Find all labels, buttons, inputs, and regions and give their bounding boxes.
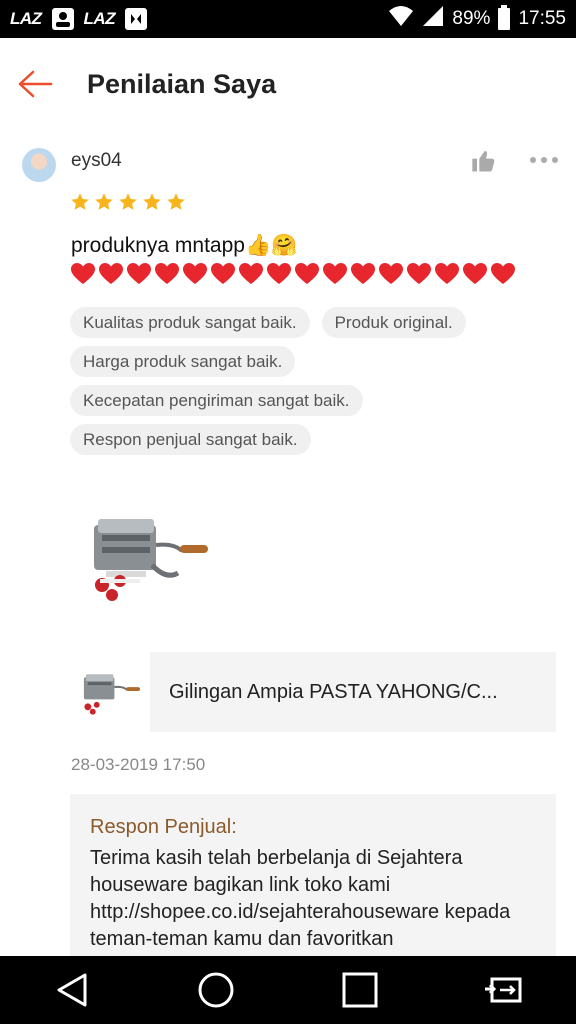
heart-emoji-icon [155,263,179,284]
back-nav-button[interactable] [42,960,102,1020]
battery-icon [498,5,511,30]
heart-emoji-icon [239,263,263,284]
page-title: Penilaian Saya [87,68,277,99]
product-name-box: Gilingan Ampia PASTA YAHONG/C... [150,652,556,732]
triangle-back-icon [57,973,87,1007]
heart-emoji-icon [127,263,151,284]
review-tag: Produk original. [321,307,466,338]
like-button[interactable] [470,147,498,175]
circle-home-icon [198,972,234,1008]
rotate-nav-button[interactable] [474,960,534,1020]
heart-emoji-icon [435,263,459,284]
recents-nav-button[interactable] [330,960,390,1020]
review-tags: Kualitas produk sangat baik. Produk origi… [70,307,540,455]
review-text: produknya mntapp👍🤗 [71,234,298,257]
star-icon [119,193,137,210]
back-button[interactable] [0,54,70,114]
thumbs-up-icon [472,150,495,172]
more-options-button[interactable] [528,147,560,175]
star-icon [71,193,89,210]
star-icon [95,193,113,210]
seller-response: Respon Penjual: Terima kasih telah berbe… [70,794,556,964]
pasta-machine-thumbnail [83,674,141,715]
top-app-bar: Penilaian Saya [0,38,576,130]
heart-emoji-icon [71,263,95,284]
star-icon [143,193,161,210]
rating-stars [70,192,186,212]
screen-rotate-icon [485,977,522,1003]
reviewer-username: eys04 [71,150,122,171]
seller-response-text: Terima kasih telah berbelanja di Sejahte… [90,847,511,950]
review-photo[interactable] [82,505,212,605]
review-tag: Respon penjual sangat baik. [70,424,311,455]
product-thumbnail [70,652,150,732]
gallery-notification-icon [51,8,74,30]
heart-emoji-icon [183,263,207,284]
review-tag: Harga produk sangat baik. [70,346,296,377]
heart-emoji-icon [491,263,515,284]
home-nav-button[interactable] [186,960,246,1020]
review-tag: Kecepatan pengiriman sangat baik. [70,385,363,416]
navigation-bar [0,956,576,1024]
arrow-left-icon [18,70,53,98]
clock: 17:55 [518,8,566,29]
lazada-notification-icon: LAZ [10,9,42,28]
seller-response-label: Respon Penjual: [90,816,237,838]
heart-emoji-icon [407,263,431,284]
heart-emoji-icon [379,263,403,284]
heart-emoji-icon [323,263,347,284]
product-card[interactable]: Gilingan Ampia PASTA YAHONG/C... [70,652,556,732]
heart-emoji-icon [211,263,235,284]
signal-icon [422,5,444,33]
heart-emoji-icon [463,263,487,284]
lazada-notification-icon-2: LAZ [83,9,116,28]
pasta-machine-image [94,519,208,601]
heart-emoji-icon [99,263,123,284]
square-recents-icon [342,972,378,1008]
avatar[interactable] [22,148,56,182]
heart-emoji-icon [351,263,375,284]
heart-emoji-icon [267,263,291,284]
star-icon [167,193,185,210]
battery-percent: 89% [452,8,491,29]
shopee-notification-icon [125,8,148,30]
heart-emoji-icon [295,263,319,284]
review-tag: Kualitas produk sangat baik. [70,307,310,338]
wifi-icon [388,5,414,33]
review-hearts [70,262,516,286]
more-horizontal-icon [530,157,558,163]
review-timestamp: 28-03-2019 17:50 [71,755,206,774]
product-name: Gilingan Ampia PASTA YAHONG/C... [169,680,498,703]
status-bar: LAZ LAZ 89% 17:55 [0,0,576,38]
